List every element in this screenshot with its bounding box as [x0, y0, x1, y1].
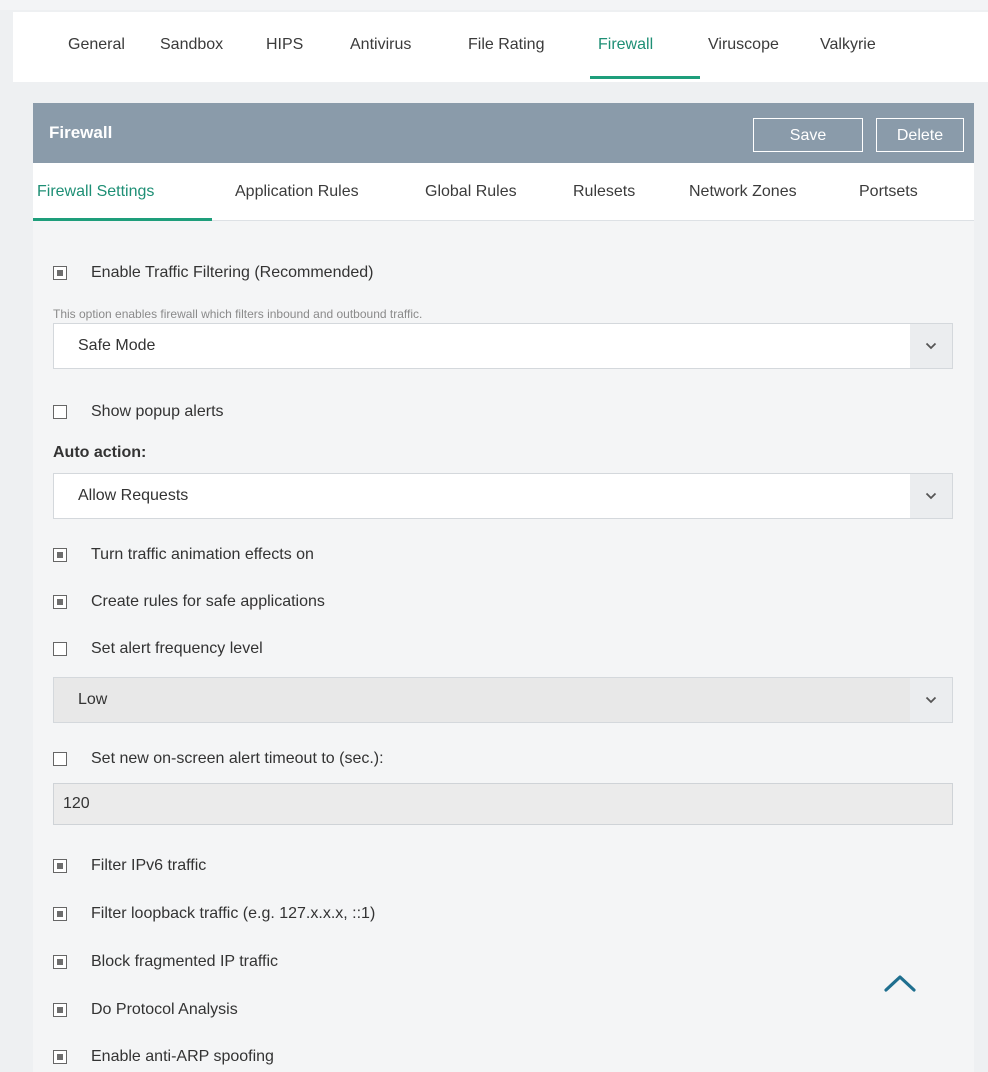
alert-timeout-checkbox[interactable] — [53, 752, 67, 766]
anti-arp-checkbox[interactable] — [53, 1050, 67, 1064]
block-fragmented-row: Block fragmented IP traffic — [53, 953, 278, 971]
anti-arp-row: Enable anti-ARP spoofing — [53, 1048, 274, 1066]
auto-action-label: Auto action: — [53, 444, 147, 461]
filter-loopback-row: Filter loopback traffic (e.g. 127.x.x.x,… — [53, 905, 375, 923]
tab-firewall-settings[interactable]: Firewall Settings — [37, 183, 154, 201]
firewall-panel: Firewall Save Delete Firewall Settings A… — [33, 103, 974, 1072]
tab-firewall[interactable]: Firewall — [598, 36, 653, 54]
enable-traffic-filtering-row: Enable Traffic Filtering (Recommended) — [53, 264, 374, 282]
panel-header: Firewall Save Delete — [33, 103, 974, 163]
auto-action-value: Allow Requests — [78, 487, 189, 504]
tab-global-rules[interactable]: Global Rules — [425, 183, 517, 201]
tab-application-rules[interactable]: Application Rules — [235, 183, 359, 201]
enable-traffic-filtering-checkbox[interactable] — [53, 266, 67, 280]
panel-title: Firewall — [49, 123, 113, 142]
filter-ipv6-row: Filter IPv6 traffic — [53, 857, 206, 875]
create-rules-safe-checkbox[interactable] — [53, 595, 67, 609]
show-popup-alerts-label: Show popup alerts — [91, 403, 224, 420]
filter-loopback-checkbox[interactable] — [53, 907, 67, 921]
traffic-animation-checkbox[interactable] — [53, 548, 67, 562]
firewall-mode-select[interactable]: Safe Mode — [53, 323, 953, 369]
block-fragmented-label: Block fragmented IP traffic — [91, 953, 279, 970]
tab-portsets[interactable]: Portsets — [859, 183, 918, 201]
alert-frequency-value: Low — [78, 691, 108, 708]
tab-sandbox[interactable]: Sandbox — [160, 36, 223, 54]
chevron-up-icon — [884, 975, 916, 992]
firewall-settings-form: Enable Traffic Filtering (Recommended) T… — [33, 221, 974, 1072]
protocol-analysis-label: Do Protocol Analysis — [91, 1001, 238, 1018]
delete-button[interactable]: Delete — [876, 118, 964, 152]
alert-frequency-select[interactable]: Low — [53, 677, 953, 723]
tab-rulesets[interactable]: Rulesets — [573, 183, 635, 201]
block-fragmented-checkbox[interactable] — [53, 955, 67, 969]
anti-arp-label: Enable anti-ARP spoofing — [91, 1048, 274, 1065]
filter-loopback-label: Filter loopback traffic (e.g. 127.x.x.x,… — [91, 905, 376, 922]
alert-timeout-label: Set new on-screen alert timeout to (sec.… — [91, 750, 384, 767]
tab-hips[interactable]: HIPS — [266, 36, 303, 54]
show-popup-alerts-row: Show popup alerts — [53, 403, 224, 421]
policy-section-tabs: General Sandbox HIPS Antivirus File Rati… — [13, 12, 988, 82]
alert-timeout-row: Set new on-screen alert timeout to (sec.… — [53, 750, 384, 768]
chevron-down-icon[interactable] — [910, 324, 952, 368]
scroll-to-top-button[interactable] — [880, 968, 920, 998]
tab-general[interactable]: General — [68, 36, 125, 54]
firewall-mode-value: Safe Mode — [78, 337, 156, 354]
tab-antivirus[interactable]: Antivirus — [350, 36, 411, 54]
tab-file-rating[interactable]: File Rating — [468, 36, 544, 54]
filtering-hint: This option enables firewall which filte… — [53, 307, 423, 321]
auto-action-select[interactable]: Allow Requests — [53, 473, 953, 519]
active-tab-indicator — [590, 76, 700, 79]
chevron-down-icon[interactable] — [910, 678, 952, 722]
alert-frequency-checkbox[interactable] — [53, 642, 67, 656]
top-strip — [0, 0, 988, 10]
filter-ipv6-label: Filter IPv6 traffic — [91, 857, 207, 874]
alert-frequency-row: Set alert frequency level — [53, 640, 263, 658]
create-rules-safe-row: Create rules for safe applications — [53, 593, 325, 611]
protocol-analysis-checkbox[interactable] — [53, 1003, 67, 1017]
chevron-down-icon[interactable] — [910, 474, 952, 518]
enable-traffic-filtering-label: Enable Traffic Filtering (Recommended) — [91, 264, 374, 281]
tab-network-zones[interactable]: Network Zones — [689, 183, 797, 201]
traffic-animation-label: Turn traffic animation effects on — [91, 546, 314, 563]
traffic-animation-row: Turn traffic animation effects on — [53, 546, 314, 564]
save-button[interactable]: Save — [753, 118, 863, 152]
alert-timeout-input[interactable] — [53, 783, 953, 825]
create-rules-safe-label: Create rules for safe applications — [91, 593, 325, 610]
filter-ipv6-checkbox[interactable] — [53, 859, 67, 873]
alert-frequency-label: Set alert frequency level — [91, 640, 263, 657]
tab-viruscope[interactable]: Viruscope — [708, 36, 779, 54]
tab-valkyrie[interactable]: Valkyrie — [820, 36, 876, 54]
show-popup-alerts-checkbox[interactable] — [53, 405, 67, 419]
protocol-analysis-row: Do Protocol Analysis — [53, 1001, 238, 1019]
firewall-sub-tabs: Firewall Settings Application Rules Glob… — [33, 163, 974, 221]
